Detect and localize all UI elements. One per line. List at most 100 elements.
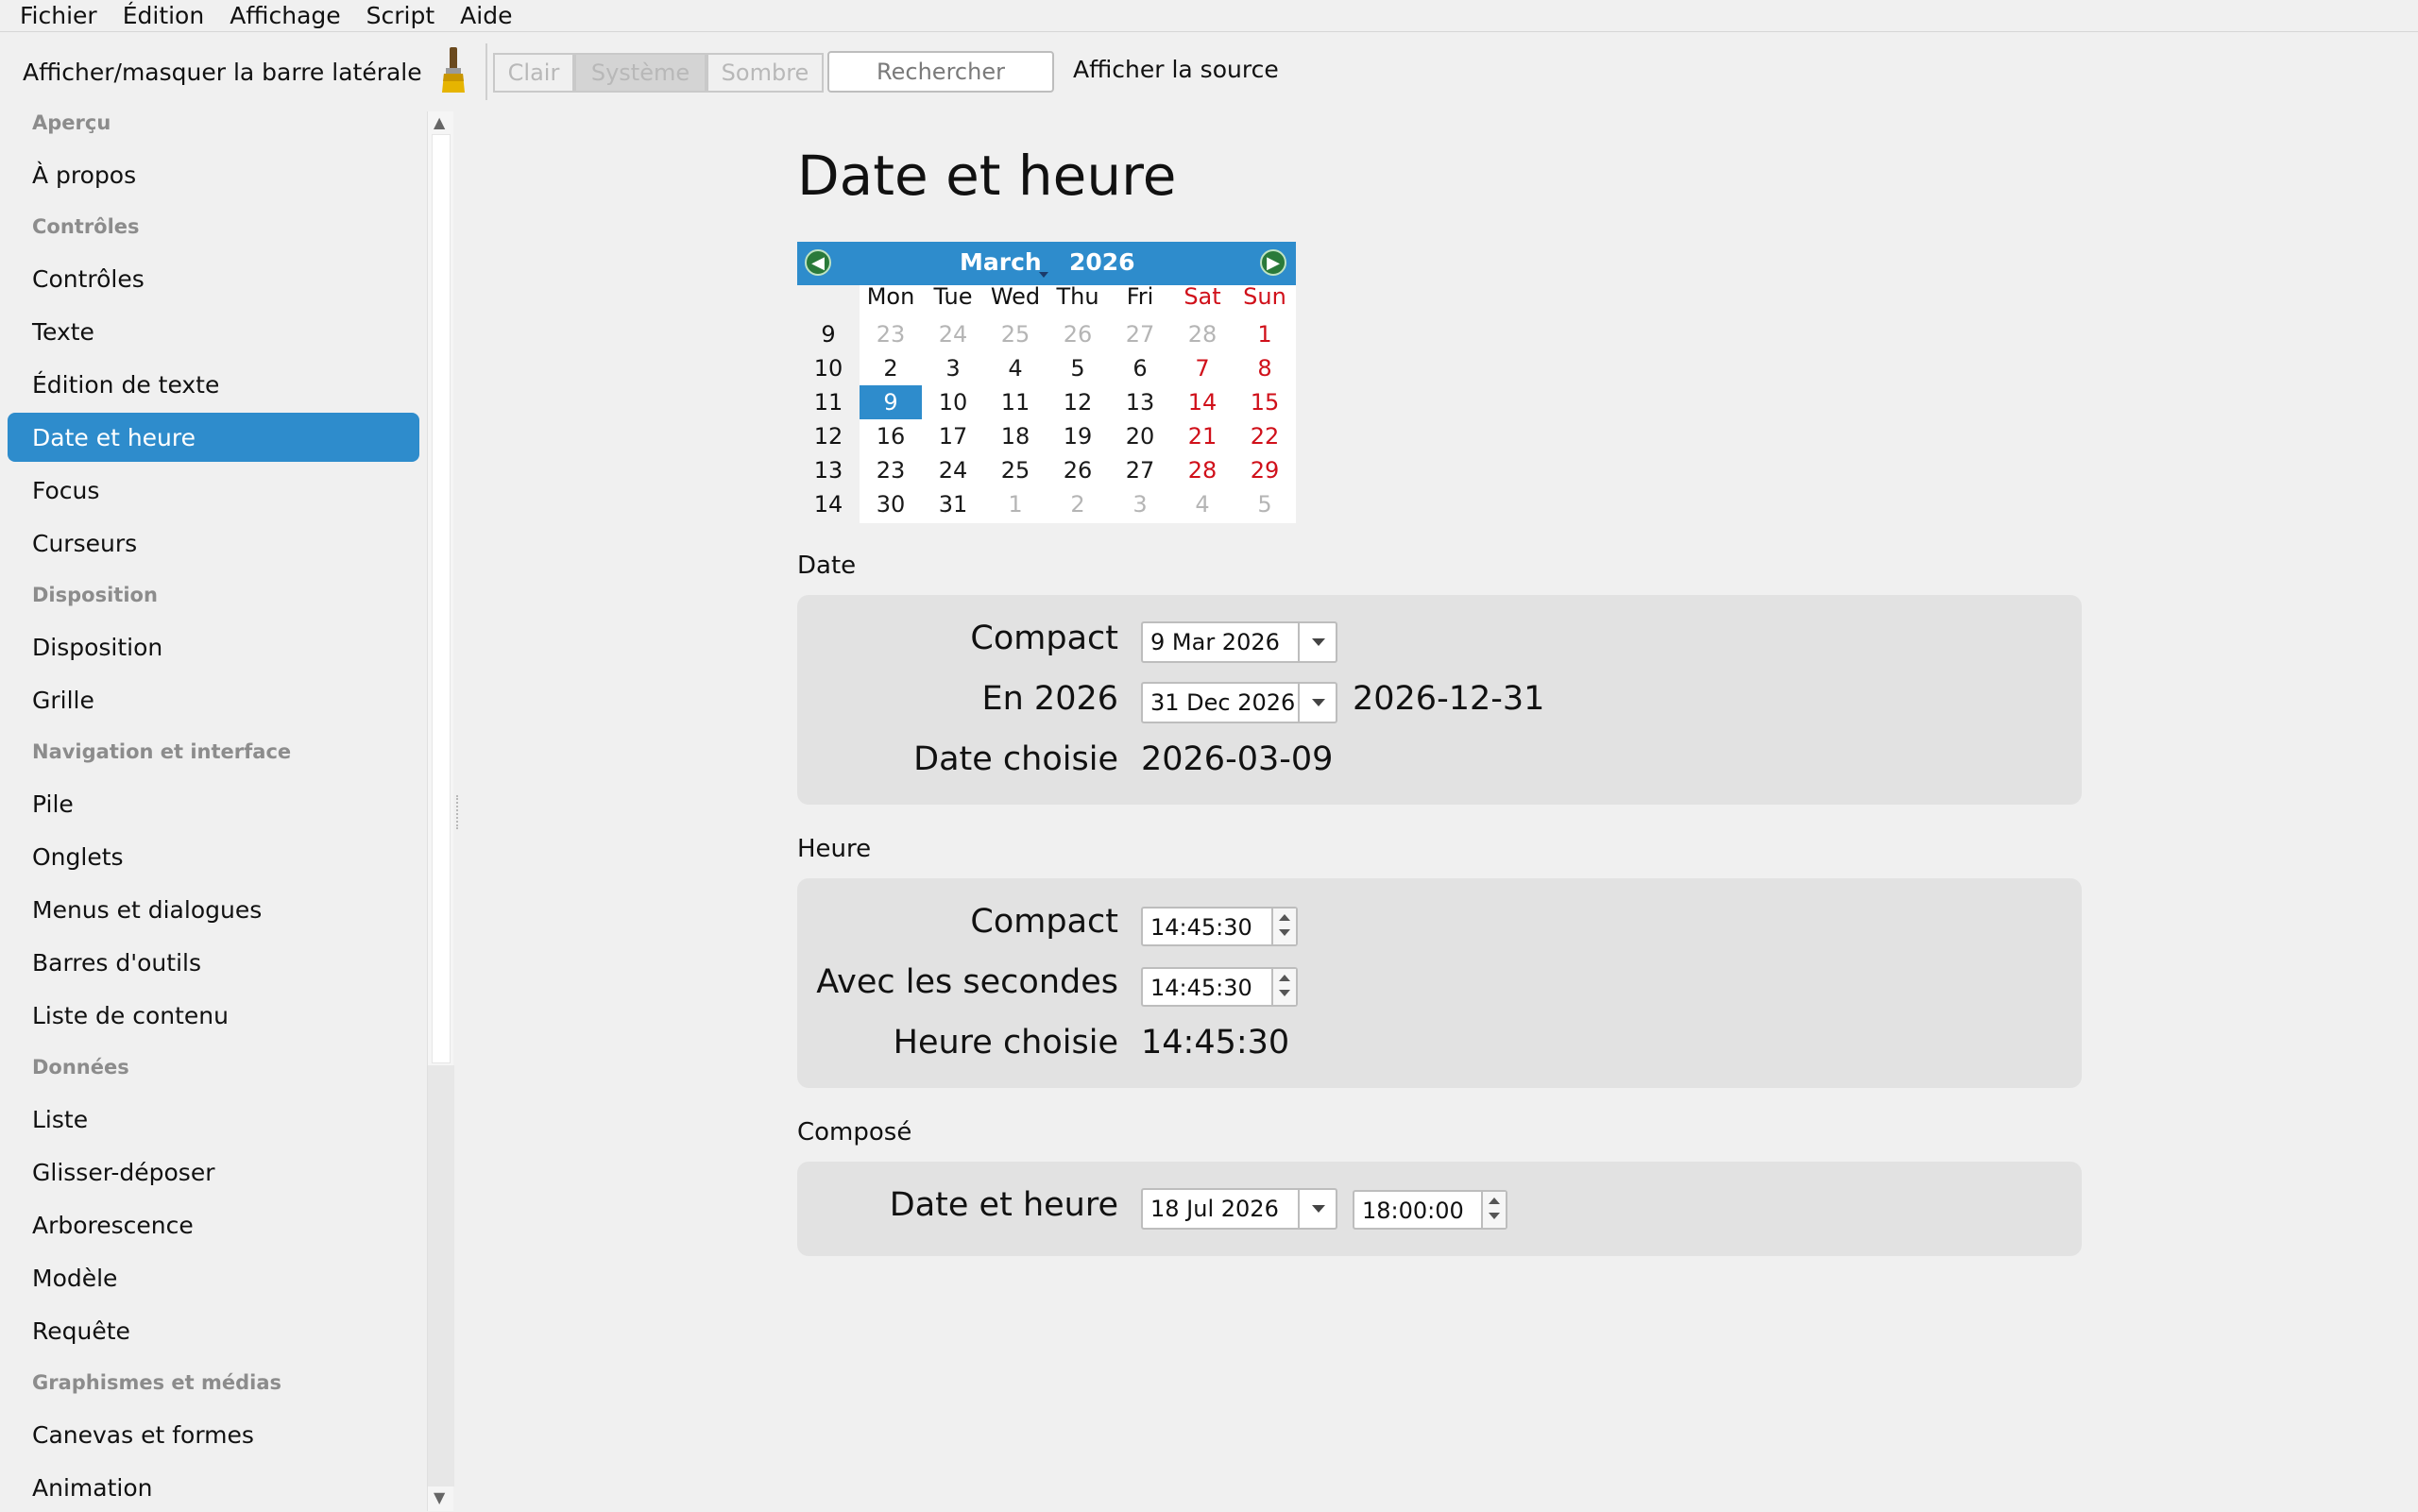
sidebar-item-disposition[interactable]: Disposition — [8, 622, 419, 671]
calendar-day[interactable]: 7 — [1171, 351, 1234, 385]
sidebar-item-glisser-deposer[interactable]: Glisser-déposer — [8, 1147, 419, 1197]
calendar-day[interactable]: 5 — [1234, 487, 1296, 521]
theme-system-button[interactable]: Système — [574, 53, 707, 93]
scrollbar-track[interactable] — [428, 1065, 454, 1487]
calendar-day[interactable]: 15 — [1234, 385, 1296, 419]
sidebar-scrollbar[interactable]: ▲ ▼ — [427, 111, 454, 1511]
calendar-day[interactable]: 17 — [922, 419, 984, 453]
toggle-sidebar-button[interactable]: Afficher/masquer la barre latérale — [23, 59, 422, 86]
sidebar-item-menus-et-dialogues[interactable]: Menus et dialogues — [8, 885, 419, 934]
composed-time-value[interactable]: 18:00:00 — [1362, 1198, 1464, 1224]
calendar-day[interactable]: 25 — [984, 317, 1047, 351]
calendar-day[interactable]: 14 — [1171, 385, 1234, 419]
sidebar-item-liste[interactable]: Liste — [8, 1095, 419, 1144]
calendar-day[interactable]: 31 — [922, 487, 984, 521]
paintbrush-icon[interactable] — [436, 45, 470, 94]
calendar-day[interactable]: 5 — [1047, 351, 1109, 385]
spin-arrows-icon[interactable] — [1481, 1192, 1506, 1228]
calendar-day[interactable]: 16 — [860, 419, 922, 453]
calendar-day[interactable]: 24 — [922, 453, 984, 487]
theme-dark-button[interactable]: Sombre — [707, 53, 824, 93]
menu-affichage[interactable]: Affichage — [217, 2, 353, 29]
pane-resize-handle[interactable] — [456, 795, 460, 829]
calendar-month-selector[interactable]: March — [960, 248, 1042, 276]
menu-edition[interactable]: Édition — [111, 2, 218, 29]
sidebar-item-controles[interactable]: Contrôles — [8, 254, 419, 303]
calendar-day[interactable]: 6 — [1109, 351, 1171, 385]
scroll-up-arrow-icon[interactable]: ▲ — [434, 113, 445, 131]
menu-fichier[interactable]: Fichier — [8, 2, 111, 29]
sidebar-item-edition-de-texte[interactable]: Édition de texte — [8, 360, 419, 409]
sidebar-item-arborescence[interactable]: Arborescence — [8, 1200, 419, 1249]
show-source-button[interactable]: Afficher la source — [1073, 56, 1279, 83]
calendar-day[interactable]: 8 — [1234, 351, 1296, 385]
scroll-down-arrow-icon[interactable]: ▼ — [434, 1488, 445, 1506]
calendar-day[interactable]: 26 — [1047, 453, 1109, 487]
calendar-day[interactable]: 18 — [984, 419, 1047, 453]
calendar-day[interactable]: 3 — [922, 351, 984, 385]
calendar-day[interactable]: 24 — [922, 317, 984, 351]
sidebar-item-canevas-et-formes[interactable]: Canevas et formes — [8, 1410, 419, 1459]
calendar-day[interactable]: 23 — [860, 453, 922, 487]
calendar-day[interactable]: 1 — [984, 487, 1047, 521]
menu-aide[interactable]: Aide — [448, 2, 525, 29]
sidebar-item-modele[interactable]: Modèle — [8, 1253, 419, 1302]
calendar-day[interactable]: 2 — [860, 351, 922, 385]
calendar-day[interactable]: 29 — [1234, 453, 1296, 487]
composed-time-spinner[interactable]: 18:00:00 — [1353, 1190, 1507, 1230]
sidebar-item-focus[interactable]: Focus — [8, 466, 419, 515]
scrollbar-thumb[interactable] — [432, 134, 451, 1063]
date-compact-picker[interactable]: 9 Mar 2026 — [1141, 621, 1337, 663]
sidebar-item-pile[interactable]: Pile — [8, 779, 419, 828]
calendar-day[interactable]: 21 — [1171, 419, 1234, 453]
calendar-day[interactable]: 28 — [1171, 453, 1234, 487]
sidebar-item-requete[interactable]: Requête — [8, 1306, 419, 1355]
calendar-day[interactable]: 22 — [1234, 419, 1296, 453]
sidebar-item-a-propos[interactable]: À propos — [8, 150, 419, 199]
date-year-value[interactable]: 31 Dec 2026 — [1150, 689, 1295, 716]
calendar-day[interactable]: 20 — [1109, 419, 1171, 453]
search-input[interactable]: Rechercher — [827, 51, 1054, 93]
chevron-down-icon[interactable] — [1298, 1190, 1336, 1228]
calendar-day[interactable]: 4 — [1171, 487, 1234, 521]
calendar-day[interactable]: 27 — [1109, 453, 1171, 487]
calendar-day[interactable]: 12 — [1047, 385, 1109, 419]
month-dropdown-caret-icon[interactable] — [1039, 272, 1048, 278]
sidebar-item-curseurs[interactable]: Curseurs — [8, 518, 419, 568]
composed-date-value[interactable]: 18 Jul 2026 — [1150, 1196, 1279, 1222]
date-compact-value[interactable]: 9 Mar 2026 — [1150, 629, 1280, 655]
calendar-day[interactable]: 3 — [1109, 487, 1171, 521]
calendar-day[interactable]: 30 — [860, 487, 922, 521]
spin-arrows-icon[interactable] — [1271, 909, 1296, 944]
calendar-day[interactable]: 10 — [922, 385, 984, 419]
sidebar-item-grille[interactable]: Grille — [8, 675, 419, 724]
date-year-picker[interactable]: 31 Dec 2026 — [1141, 682, 1337, 723]
calendar-day[interactable]: 11 — [984, 385, 1047, 419]
calendar-day[interactable]: 28 — [1171, 317, 1234, 351]
time-seconds-spinner[interactable]: 14:45:30 — [1141, 967, 1298, 1007]
calendar-day[interactable]: 27 — [1109, 317, 1171, 351]
sidebar-item-liste-de-contenu[interactable]: Liste de contenu — [8, 991, 419, 1040]
time-seconds-value[interactable]: 14:45:30 — [1150, 975, 1252, 1001]
theme-light-button[interactable]: Clair — [493, 53, 574, 93]
calendar-day[interactable]: 2 — [1047, 487, 1109, 521]
sidebar-item-onglets[interactable]: Onglets — [8, 832, 419, 881]
sidebar-item-animation[interactable]: Animation — [8, 1463, 419, 1512]
calendar-day[interactable]: 26 — [1047, 317, 1109, 351]
calendar-day[interactable]: 25 — [984, 453, 1047, 487]
sidebar-item-barres-d-outils[interactable]: Barres d'outils — [8, 938, 419, 987]
calendar-day[interactable]: 4 — [984, 351, 1047, 385]
calendar-year[interactable]: 2026 — [1069, 248, 1135, 276]
menu-script[interactable]: Script — [354, 2, 449, 29]
chevron-down-icon[interactable] — [1298, 623, 1336, 661]
previous-month-icon[interactable]: ◀ — [805, 249, 831, 276]
calendar-day[interactable]: 19 — [1047, 419, 1109, 453]
time-compact-value[interactable]: 14:45:30 — [1150, 914, 1252, 941]
calendar-day[interactable]: 9 — [860, 385, 922, 419]
calendar-day[interactable]: 23 — [860, 317, 922, 351]
sidebar-item-texte[interactable]: Texte — [8, 307, 419, 356]
composed-date-picker[interactable]: 18 Jul 2026 — [1141, 1188, 1337, 1230]
sidebar-item-date-et-heure[interactable]: Date et heure — [8, 413, 419, 462]
chevron-down-icon[interactable] — [1298, 684, 1336, 722]
calendar-day[interactable]: 13 — [1109, 385, 1171, 419]
